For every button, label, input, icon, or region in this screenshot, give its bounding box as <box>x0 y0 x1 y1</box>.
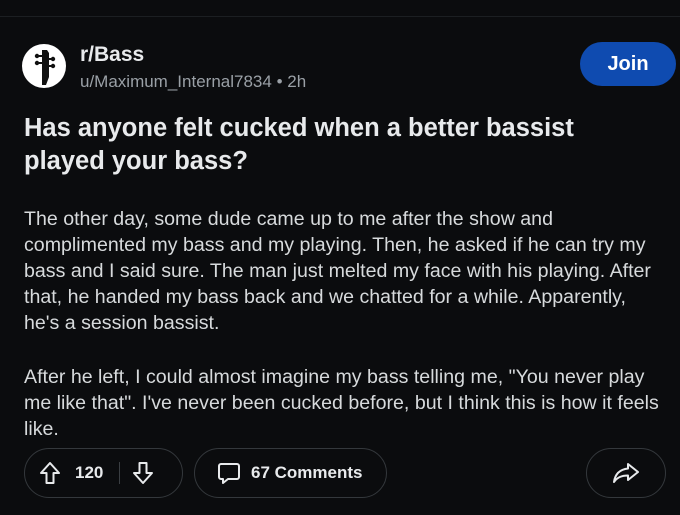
vote-divider <box>119 462 121 484</box>
post-paragraph: The other day, some dude came up to me a… <box>24 208 651 334</box>
post-paragraph: After he left, I could almost imagine my… <box>24 366 659 440</box>
comments-button[interactable]: 67 Comments <box>194 448 387 498</box>
share-arrow-icon <box>612 461 640 485</box>
byline-separator: • <box>276 72 283 91</box>
share-button[interactable] <box>586 448 666 498</box>
post-actions: 120 67 Comments <box>24 448 666 500</box>
top-divider <box>0 16 680 17</box>
post-header: r/Bass u/Maximum_Internal7834 • 2h Join <box>22 42 676 94</box>
arrow-up-icon[interactable] <box>39 461 61 485</box>
post-age: 2h <box>287 72 307 91</box>
post-meta: r/Bass u/Maximum_Internal7834 • 2h <box>80 42 306 94</box>
comments-count-label: 67 Comments <box>251 463 363 482</box>
comment-bubble-icon <box>217 461 241 485</box>
bass-guitar-headstock-icon <box>34 50 56 85</box>
vote-control: 120 <box>24 448 183 498</box>
post-title: Has anyone felt cucked when a better bas… <box>24 114 574 175</box>
subreddit-name[interactable]: r/Bass <box>80 42 306 68</box>
vote-score: 120 <box>75 463 104 482</box>
author-name[interactable]: u/Maximum_Internal7834 <box>80 72 272 91</box>
join-button[interactable]: Join <box>580 42 676 86</box>
subreddit-avatar[interactable] <box>22 44 66 88</box>
arrow-down-icon[interactable] <box>132 461 154 485</box>
post-byline: u/Maximum_Internal7834 • 2h <box>80 70 306 94</box>
